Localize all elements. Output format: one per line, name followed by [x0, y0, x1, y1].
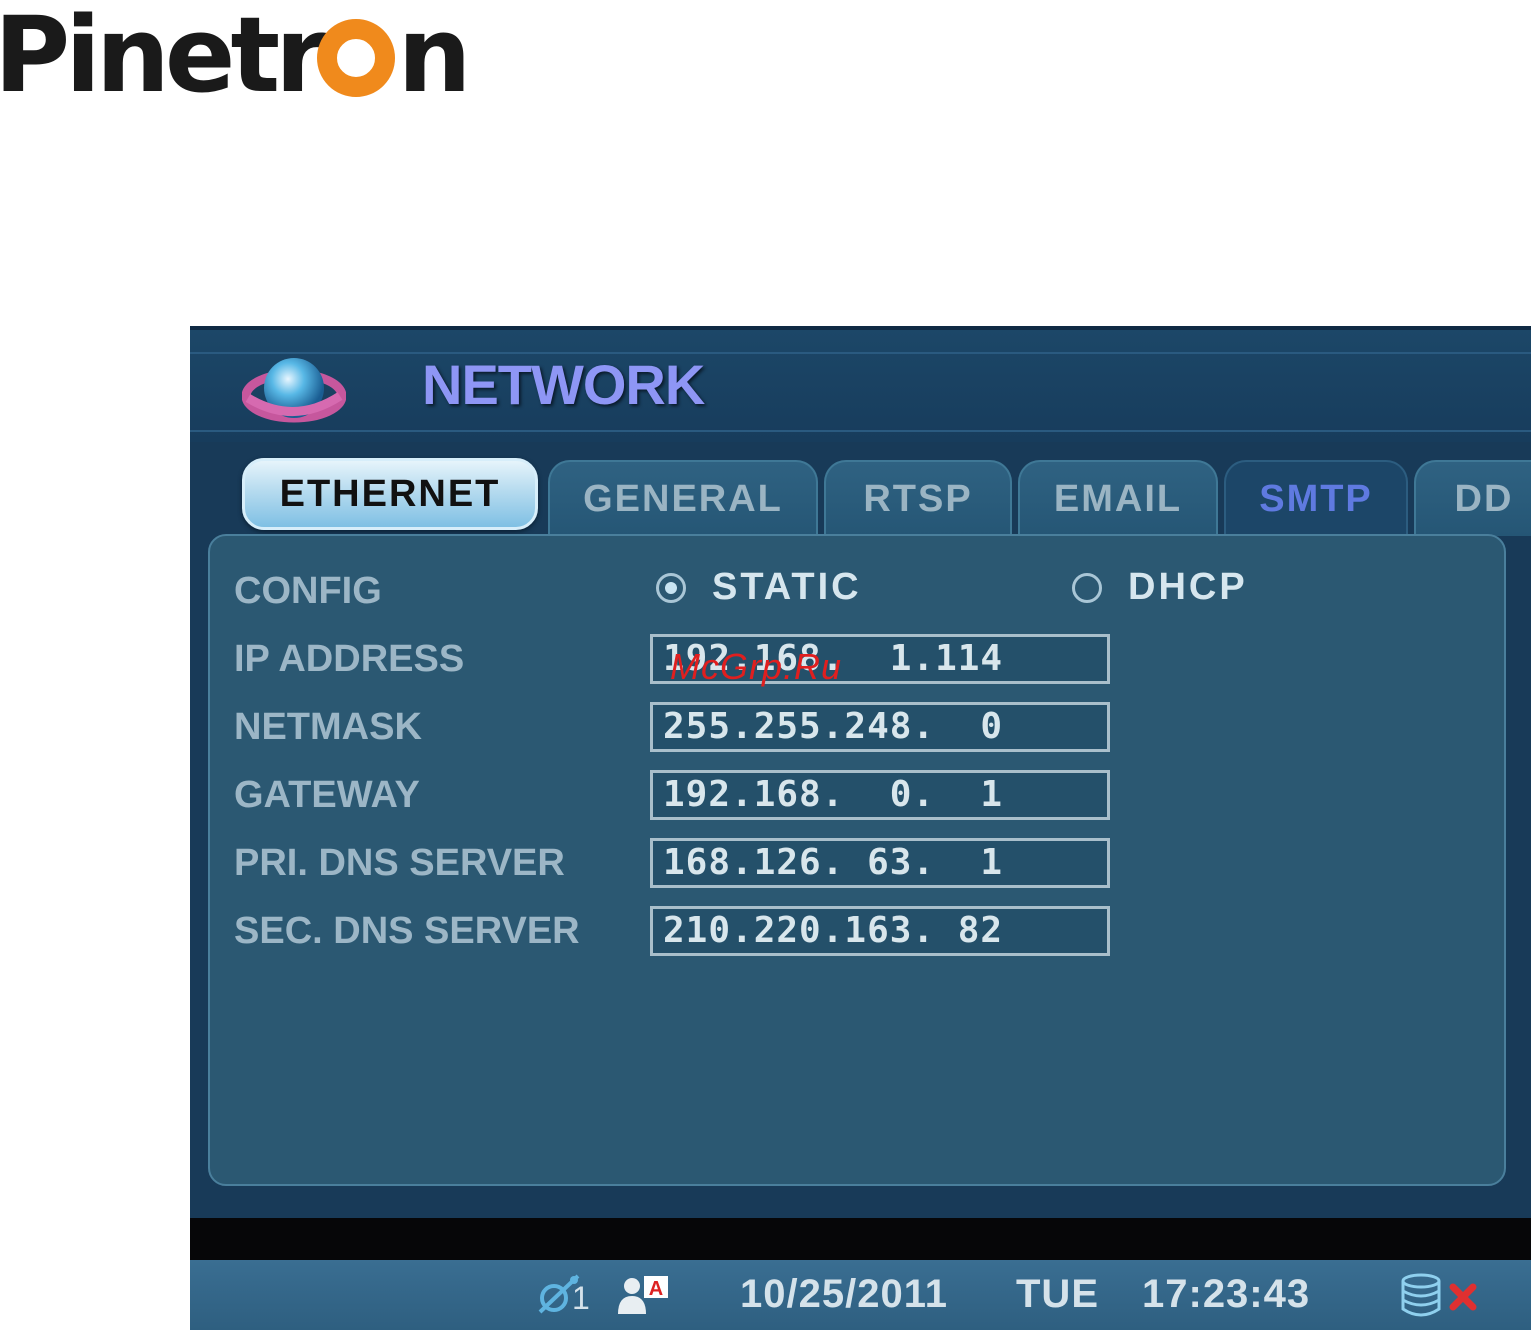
status-bar: 1 A 10/25/2011 TUE 17:23:43 [190, 1260, 1531, 1330]
radio-static[interactable]: STATIC [656, 566, 862, 609]
globe-icon [242, 358, 346, 423]
tab-rtsp[interactable]: RTSP [824, 460, 1012, 536]
gateway-label: GATEWAY [234, 774, 420, 816]
network-window: NETWORK ETHERNET GENERAL RTSP EMAIL SMTP… [190, 326, 1531, 1330]
database-icon [1401, 1273, 1441, 1317]
config-label: CONFIG [234, 570, 382, 612]
tab-bar: ETHERNET GENERAL RTSP EMAIL SMTP DD [190, 452, 1531, 542]
tab-email[interactable]: EMAIL [1018, 460, 1218, 536]
status-date: 10/25/2011 [740, 1272, 948, 1316]
netmask-field[interactable]: 255.255.248. 0 [650, 702, 1110, 752]
status-time: 17:23:43 [1142, 1272, 1311, 1316]
gateway-field[interactable]: 192.168. 0. 1 [650, 770, 1110, 820]
pri-dns-field[interactable]: 168.126. 63. 1 [650, 838, 1110, 888]
watermark-text: McGrp.Ru [670, 646, 843, 687]
sec-dns-field[interactable]: 210.220.163. 82 [650, 906, 1110, 956]
logo-text-start: Pinetr [0, 0, 326, 116]
radio-dhcp[interactable]: DHCP [1072, 566, 1248, 609]
svg-text:A: A [649, 1278, 663, 1300]
title-bar-line [190, 430, 1531, 432]
tab-general[interactable]: GENERAL [548, 460, 818, 536]
radio-dhcp-indicator-icon[interactable] [1072, 572, 1102, 603]
separator-band [190, 1218, 1531, 1260]
pri-dns-label: PRI. DNS SERVER [234, 842, 565, 884]
logo-text-end: n [397, 0, 471, 116]
radio-static-label: STATIC [712, 566, 862, 608]
pinetron-logo: Pinetr n [0, 0, 514, 115]
status-day: TUE [1016, 1272, 1099, 1316]
network-count: 1 [572, 1280, 590, 1316]
ip-address-label: IP ADDRESS [234, 638, 465, 680]
radio-dhcp-label: DHCP [1128, 566, 1248, 608]
user-admin-icon: A [618, 1276, 668, 1314]
tab-dd[interactable]: DD [1414, 460, 1531, 536]
radio-static-indicator-icon[interactable] [656, 572, 686, 603]
sec-dns-label: SEC. DNS SERVER [234, 910, 580, 952]
error-x-icon [1449, 1283, 1477, 1311]
ethernet-panel: CONFIG STATIC DHCP IP ADDRESS 192.168. 1… [208, 534, 1506, 1186]
netmask-label: NETMASK [234, 706, 422, 748]
tab-smtp[interactable]: SMTP [1224, 460, 1408, 536]
title-bar: NETWORK [190, 326, 1531, 442]
title-bar-line [190, 352, 1531, 354]
window-title: NETWORK [422, 353, 705, 416]
tab-ethernet[interactable]: ETHERNET [242, 458, 538, 530]
logo-o-ring-icon [317, 19, 396, 97]
